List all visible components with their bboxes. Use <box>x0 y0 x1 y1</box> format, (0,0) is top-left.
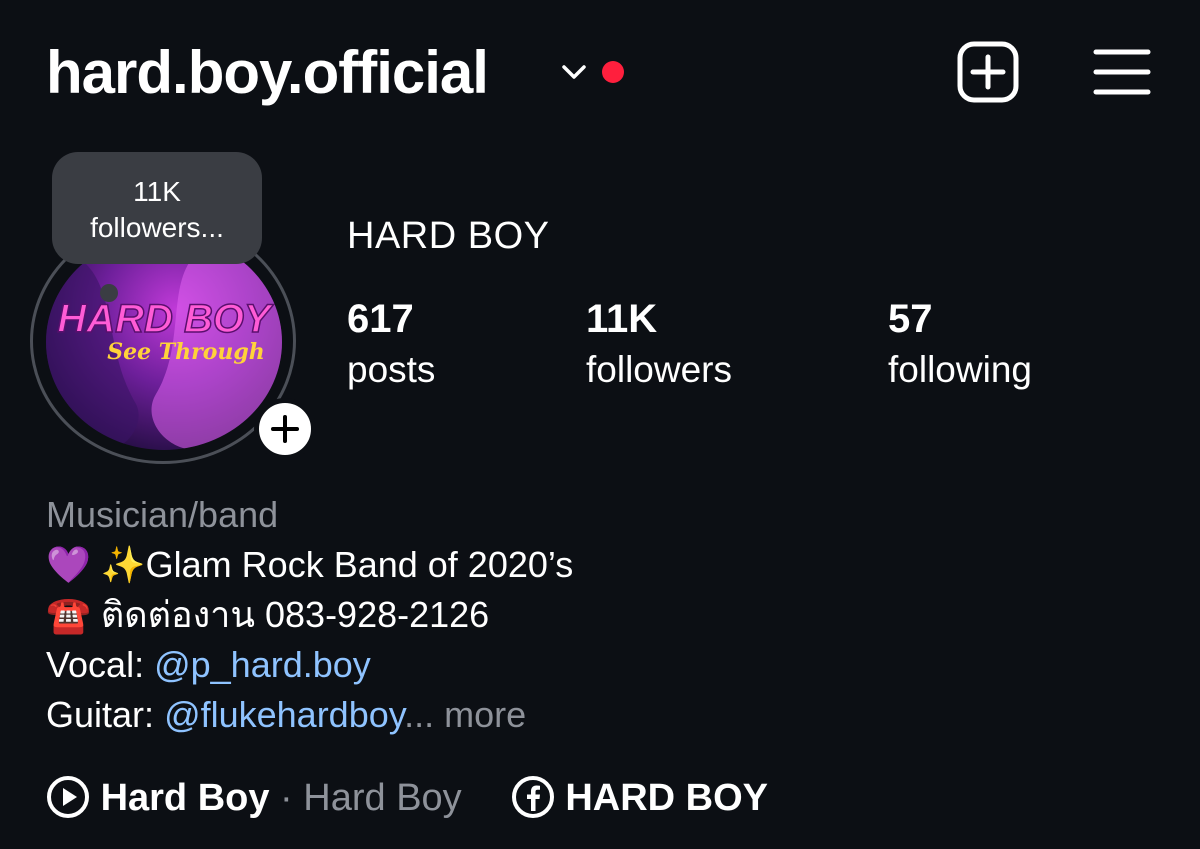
bubble-line-2: followers... <box>90 212 224 243</box>
chevron-down-icon[interactable] <box>558 56 590 88</box>
guitar-prefix: Guitar: <box>46 694 155 735</box>
stat-followers-value: 11K <box>586 297 658 341</box>
category-label: Musician/band <box>46 494 279 535</box>
music-link[interactable]: Hard Boy · Hard Boy <box>46 775 472 819</box>
bio-line-2: ☎️ ติดต่องาน 083-928-2126 <box>46 590 1146 640</box>
followers-note-bubble[interactable]: 11K followers... <box>52 152 262 264</box>
music-separator: · <box>280 777 293 819</box>
bio-line-3: Vocal: @p_hard.boy <box>46 640 1146 690</box>
more-button[interactable]: more <box>444 694 526 735</box>
display-name: HARD BOY <box>347 215 550 257</box>
stat-following-value: 57 <box>888 297 933 341</box>
facebook-icon <box>511 775 555 819</box>
stat-following[interactable]: 57 following <box>888 296 1032 392</box>
bubble-line-1: 11K <box>133 176 181 207</box>
profile-header: hard.boy.official <box>0 0 1200 140</box>
notification-dot <box>602 61 624 83</box>
guitar-handle-link[interactable]: @flukehardboy <box>164 694 404 735</box>
avatar[interactable]: HARD BOY See Through <box>46 234 282 450</box>
stat-posts-label: posts <box>347 349 436 390</box>
music-title: Hard Boy <box>100 777 270 819</box>
username-title[interactable]: hard.boy.official <box>46 38 489 108</box>
create-post-button[interactable] <box>956 40 1020 104</box>
telephone-emoji: ☎️ <box>46 594 91 635</box>
bio-line-2-text: ติดต่องาน 083-928-2126 <box>100 594 490 635</box>
vocal-handle-link[interactable]: @p_hard.boy <box>154 644 371 685</box>
bio-line-4: Guitar: @flukehardboy... more <box>46 690 1146 740</box>
avatar-title-text: HARD BOY <box>57 297 274 341</box>
bubble-tail <box>100 284 118 302</box>
stat-posts[interactable]: 617 posts <box>347 296 435 392</box>
facebook-label: HARD BOY <box>565 777 769 819</box>
bio: Musician/band 💜 ✨Glam Rock Band of 2020’… <box>46 490 1146 740</box>
ellipsis: ... <box>404 694 435 735</box>
music-artist: Hard Boy <box>303 777 462 819</box>
stat-posts-value: 617 <box>347 297 414 341</box>
bio-line-1: 💜 ✨Glam Rock Band of 2020’s <box>46 540 1146 590</box>
bio-line-1-text: Glam Rock Band of 2020’s <box>145 544 574 585</box>
menu-icon[interactable] <box>1092 44 1152 100</box>
heart-sparkles-emoji: 💜 ✨ <box>46 544 146 585</box>
avatar-subtitle-text: See Through <box>107 339 265 365</box>
profile-links: Hard Boy · Hard Boy HARD BOY <box>46 770 768 826</box>
play-circle-icon <box>46 775 90 819</box>
stat-following-label: following <box>888 349 1032 390</box>
stat-followers[interactable]: 11K followers <box>586 296 732 392</box>
stat-followers-label: followers <box>586 349 732 390</box>
vocal-prefix: Vocal: <box>46 644 145 685</box>
add-story-button[interactable] <box>254 398 316 460</box>
facebook-link[interactable]: HARD BOY <box>511 775 769 819</box>
